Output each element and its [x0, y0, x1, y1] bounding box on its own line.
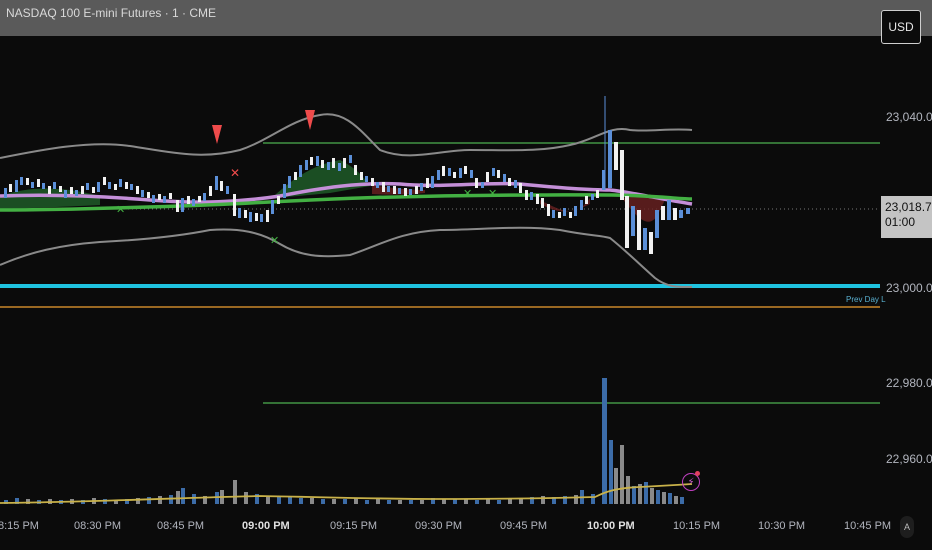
time-label: 08:30 PM [74, 520, 122, 532]
time-label: 8:15 PM [0, 520, 39, 532]
last-price-badge: 23,018.75 01:00 [881, 196, 932, 238]
top-toolbar: NASDAQ 100 E-mini Futures · 1 · CME [0, 0, 932, 36]
time-label: 08:45 PM [157, 520, 205, 532]
time-label: 09:00 PM [242, 520, 290, 532]
price-label: 22,980.00 [886, 376, 932, 390]
cross-marker: ✕ [463, 188, 472, 200]
time-label: 10:45 PM [844, 520, 892, 532]
auto-scale-button[interactable]: A [900, 516, 914, 538]
time-label: 09:30 PM [415, 520, 463, 532]
cross-marker: ✕ [488, 188, 497, 200]
time-label: 09:45 PM [500, 520, 548, 532]
bollinger-lower [0, 226, 693, 289]
time-label: 10:30 PM [758, 520, 806, 532]
time-label: 09:15 PM [330, 520, 378, 532]
cross-marker: ✕ [230, 166, 240, 180]
price-label: 22,960.00 [886, 452, 932, 466]
price-scale[interactable] [880, 36, 932, 514]
sell-signal-icon [212, 125, 222, 144]
prev-day-low-tag: Prev Day L [846, 295, 886, 304]
alert-dot [695, 471, 700, 476]
last-price: 23,018.75 [885, 200, 932, 214]
time-label: 10:15 PM [673, 520, 721, 532]
price-chart[interactable]: ✕ ✕ ✕ ✕ ✕ [0, 36, 880, 514]
time-label: 10:00 PM [587, 520, 635, 532]
sell-signal-icon [305, 110, 315, 130]
price-label: 23,040.00 [886, 110, 932, 124]
cross-marker: ✕ [270, 235, 279, 247]
bollinger-upper [0, 113, 693, 159]
price-label: 23,000.00 [886, 281, 932, 295]
cross-marker: ✕ [116, 204, 125, 216]
symbol-title[interactable]: NASDAQ 100 E-mini Futures · 1 · CME [6, 6, 216, 20]
bar-countdown: 01:00 [885, 215, 916, 229]
volume-bars [4, 378, 684, 504]
